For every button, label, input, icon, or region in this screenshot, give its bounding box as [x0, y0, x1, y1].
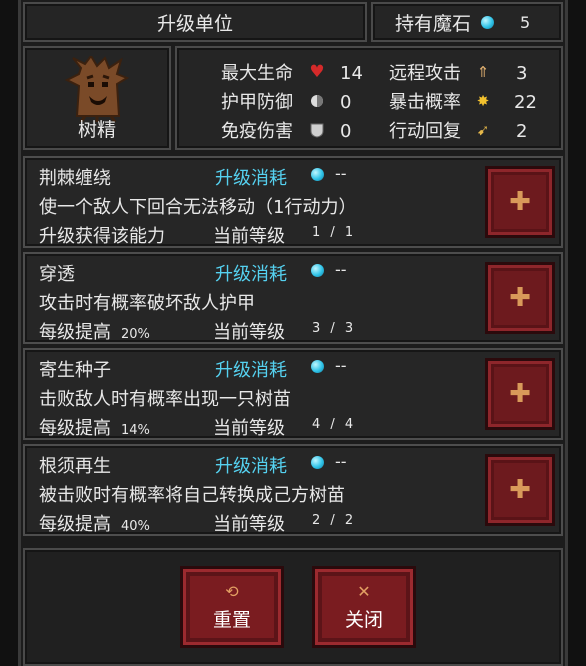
- stones-counter: 持有魔石 5: [371, 2, 563, 42]
- reset-button[interactable]: ⟲ 重置: [180, 566, 284, 648]
- stat-label: 最大生命: [221, 63, 293, 84]
- page-title: 升级单位: [23, 2, 367, 42]
- skill-percent: 40%: [121, 519, 150, 534]
- stones-count: 5: [520, 12, 531, 32]
- stat-crit-chance: 暴击概率 ✸: [389, 88, 493, 114]
- upgrade-cost-label: 升级消耗: [215, 456, 287, 477]
- plus-icon: ✚: [509, 187, 531, 217]
- magic-stone-icon: [311, 360, 324, 373]
- magic-stone-icon: [311, 168, 324, 181]
- armor-icon: [307, 91, 327, 111]
- level-value: 2 / 2: [312, 513, 357, 528]
- skill-note-text: 每级提高: [39, 514, 111, 535]
- close-icon: ✕: [357, 582, 371, 601]
- upgrade-button[interactable]: ✚: [485, 166, 555, 238]
- upgrade-cost-label: 升级消耗: [215, 360, 287, 381]
- unit-portrait: 树精: [23, 46, 171, 150]
- stat-label: 暴击概率: [389, 92, 461, 113]
- level-value: 1 / 1: [312, 225, 357, 240]
- close-label: 关闭: [344, 609, 383, 631]
- skill-name: 穿透: [39, 264, 75, 285]
- close-button[interactable]: ✕ 关闭: [312, 566, 416, 648]
- shield-icon: [307, 120, 327, 140]
- stat-value: 22: [514, 92, 537, 113]
- stat-action-recovery: 行动回复 ➹: [389, 117, 493, 143]
- stones-label: 持有魔石: [395, 12, 472, 35]
- skill-note: 每级提高 20%: [39, 318, 150, 344]
- skill-note-text: 每级提高: [39, 418, 111, 439]
- skill-name: 根须再生: [39, 456, 111, 477]
- skill-name: 寄生种子: [39, 360, 111, 381]
- magic-stone-icon: [311, 456, 324, 469]
- level-value: 3 / 3: [312, 321, 357, 336]
- arrow-up-icon: ⇑: [476, 63, 490, 81]
- stat-value: 0: [340, 121, 352, 142]
- upgrade-cost-label: 升级消耗: [215, 264, 287, 285]
- upgrade-button[interactable]: ✚: [485, 454, 555, 526]
- upgrade-button[interactable]: ✚: [485, 262, 555, 334]
- magic-stone-icon: [311, 264, 324, 277]
- skill-note: 每级提高 40%: [39, 510, 150, 536]
- stat-label: 行动回复: [389, 121, 461, 142]
- plus-icon: ✚: [509, 379, 531, 409]
- upgrade-button[interactable]: ✚: [485, 358, 555, 430]
- skill-description: 攻击时有概率破坏敌人护甲: [39, 293, 255, 314]
- skill-name: 荆棘缠绕: [39, 168, 111, 189]
- stat-label: 免疫伤害: [221, 121, 293, 142]
- stat-value: 0: [340, 92, 352, 113]
- skill-card: 寄生种子 升级消耗 -- 击败敌人时有概率出现一只树苗 每级提高 14% 当前等级…: [23, 348, 563, 440]
- skill-card: 穿透 升级消耗 -- 攻击时有概率破坏敌人护甲 每级提高 20% 当前等级 3 /…: [23, 252, 563, 344]
- stat-label: 远程攻击: [389, 63, 461, 84]
- treant-icon: [64, 56, 130, 122]
- reset-label: 重置: [212, 609, 251, 631]
- skill-description: 击败敌人时有概率出现一只树苗: [39, 389, 291, 410]
- stat-label: 护甲防御: [221, 92, 293, 113]
- upgrade-cost-value: --: [335, 356, 347, 375]
- plus-icon: ✚: [509, 283, 531, 313]
- skill-description: 被击败时有概率将自己转换成己方树苗: [39, 485, 345, 506]
- skill-note-text: 升级获得该能力: [39, 226, 165, 247]
- magic-stone-icon: [481, 15, 495, 29]
- level-label: 当前等级: [213, 514, 285, 535]
- skill-percent: 20%: [121, 327, 150, 342]
- unit-name: 树精: [77, 119, 116, 141]
- title-text: 升级单位: [156, 12, 233, 35]
- stat-value: 2: [516, 121, 528, 142]
- upgrade-cost-label: 升级消耗: [215, 168, 287, 189]
- level-label: 当前等级: [213, 226, 285, 247]
- level-label: 当前等级: [213, 418, 285, 439]
- skill-note-text: 每级提高: [39, 322, 111, 343]
- skill-percent: 14%: [121, 423, 150, 438]
- stat-value: 14: [340, 63, 363, 84]
- level-value: 4 / 4: [312, 417, 357, 432]
- burst-icon: ✸: [476, 92, 490, 110]
- boot-icon: ➹: [476, 121, 490, 139]
- stat-armor: 护甲防御: [221, 88, 327, 114]
- skill-card: 根须再生 升级消耗 -- 被击败时有概率将自己转换成己方树苗 每级提高 40% 当…: [23, 444, 563, 536]
- stat-max-hp: 最大生命 ♥: [221, 59, 327, 85]
- level-label: 当前等级: [213, 322, 285, 343]
- heart-icon: ♥: [309, 62, 325, 82]
- upgrade-cost-value: --: [335, 164, 347, 183]
- upgrade-cost-value: --: [335, 260, 347, 279]
- skill-description: 使一个敌人下回合无法移动（1行动力）: [39, 197, 357, 218]
- skill-note: 每级提高 14%: [39, 414, 150, 440]
- refresh-icon: ⟲: [225, 582, 239, 601]
- skill-note: 升级获得该能力: [39, 222, 175, 248]
- upgrade-cost-value: --: [335, 452, 347, 471]
- stat-value: 3: [516, 63, 528, 84]
- plus-icon: ✚: [509, 475, 531, 505]
- action-bar: [23, 548, 563, 666]
- stat-immunity: 免疫伤害: [221, 117, 327, 143]
- stat-ranged-attack: 远程攻击 ⇑: [389, 59, 493, 85]
- skill-card: 荆棘缠绕 升级消耗 -- 使一个敌人下回合无法移动（1行动力） 升级获得该能力 …: [23, 156, 563, 248]
